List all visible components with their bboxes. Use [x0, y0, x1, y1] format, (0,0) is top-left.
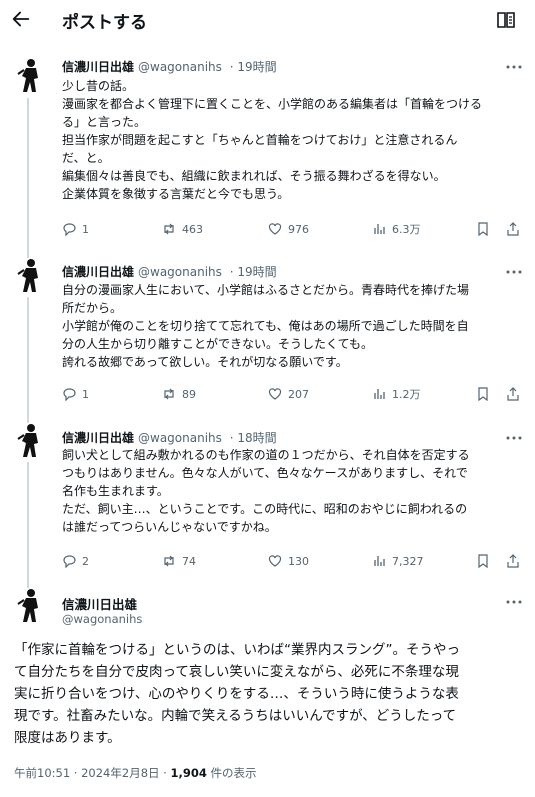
tweet-line: 飼い犬として組み敷かれるのも作家の道の１つだから、それ自体を否定する	[62, 448, 470, 462]
tweet-actions: 2 74 130 7,327	[62, 553, 522, 569]
post-timestamp: 午前10:51 · 2024年2月8日 · 1,904 件の表示	[14, 765, 257, 781]
avatar-climber-icon[interactable]	[14, 423, 44, 459]
reply-icon	[63, 555, 76, 568]
reply-button[interactable]: 2	[62, 553, 89, 569]
tweet-meta: 信濃川日出雄 @wagonanihs · 18時間	[62, 431, 277, 445]
like-button[interactable]: 130	[268, 553, 309, 569]
tweet-text: 飼い犬として組み敷かれるのも作家の道の１つだから、それ自体を否定する つもりはあ…	[62, 446, 470, 536]
repost-count: 74	[182, 554, 196, 568]
heart-icon	[268, 555, 282, 567]
tweet-line: て自分たちを自分で皮肉って哀しい笑いに変えながら、必死に不条理な現	[14, 664, 459, 680]
views-chart-icon	[374, 556, 385, 566]
tweet-line: つもりはありません。色々な人がいて、色々なケースがありますし、それで	[62, 466, 468, 480]
tweet-line: 現です。社畜みたいな。内輪で笑えるうちはいいんですが、どうしたって	[14, 708, 457, 724]
tweet-line: は誰だってつらいんじゃないですかね。	[62, 520, 277, 534]
user-handle[interactable]: @wagonanihs	[138, 431, 222, 445]
views-button[interactable]: 7,327	[372, 553, 424, 569]
view-count: 7,327	[392, 554, 424, 568]
more-options-icon[interactable]	[505, 435, 523, 441]
avatar-climber-icon[interactable]	[14, 588, 44, 624]
tweet-line: 限度はあります。	[14, 730, 121, 746]
bookmark-icon[interactable]	[476, 554, 490, 568]
display-name[interactable]: 信濃川日出雄	[62, 431, 134, 445]
view-total: 1,904	[170, 766, 207, 780]
tweet-line: 「作家に首輪をつける」というのは、いわば“業界内スラング”。そうやっ	[14, 642, 460, 658]
tweet-line: 実に折り合いをつけ、心のやりくりをする…、そういう時に使うような表	[14, 686, 459, 702]
like-count: 130	[288, 554, 309, 568]
tweet-time[interactable]: 18時間	[237, 431, 276, 445]
repost-icon	[164, 555, 174, 567]
timestamp-text[interactable]: 午前10:51 · 2024年2月8日 ·	[14, 766, 170, 780]
reply-count: 2	[82, 554, 89, 568]
tweet-line: ただ、飼い主…、ということです。この時代に、昭和のおやじに飼われるの	[62, 502, 468, 516]
thread-tweet-3[interactable]: 信濃川日出雄 @wagonanihs · 18時間 飼い犬として組み敷かれるのも作…	[0, 0, 535, 580]
display-name[interactable]: 信濃川日出雄	[62, 594, 137, 613]
share-icon[interactable]	[506, 554, 520, 568]
repost-button[interactable]: 74	[162, 553, 196, 569]
view-suffix: 件の表示	[206, 766, 257, 780]
main-tweet-text: 「作家に首輪をつける」というのは、いわば“業界内スラング”。そうやっ て自分たち…	[14, 639, 524, 749]
more-options-icon[interactable]	[505, 599, 523, 605]
user-handle[interactable]: @wagonanihs	[62, 612, 142, 626]
tweet-line: 名作も生まれます。	[62, 484, 169, 498]
